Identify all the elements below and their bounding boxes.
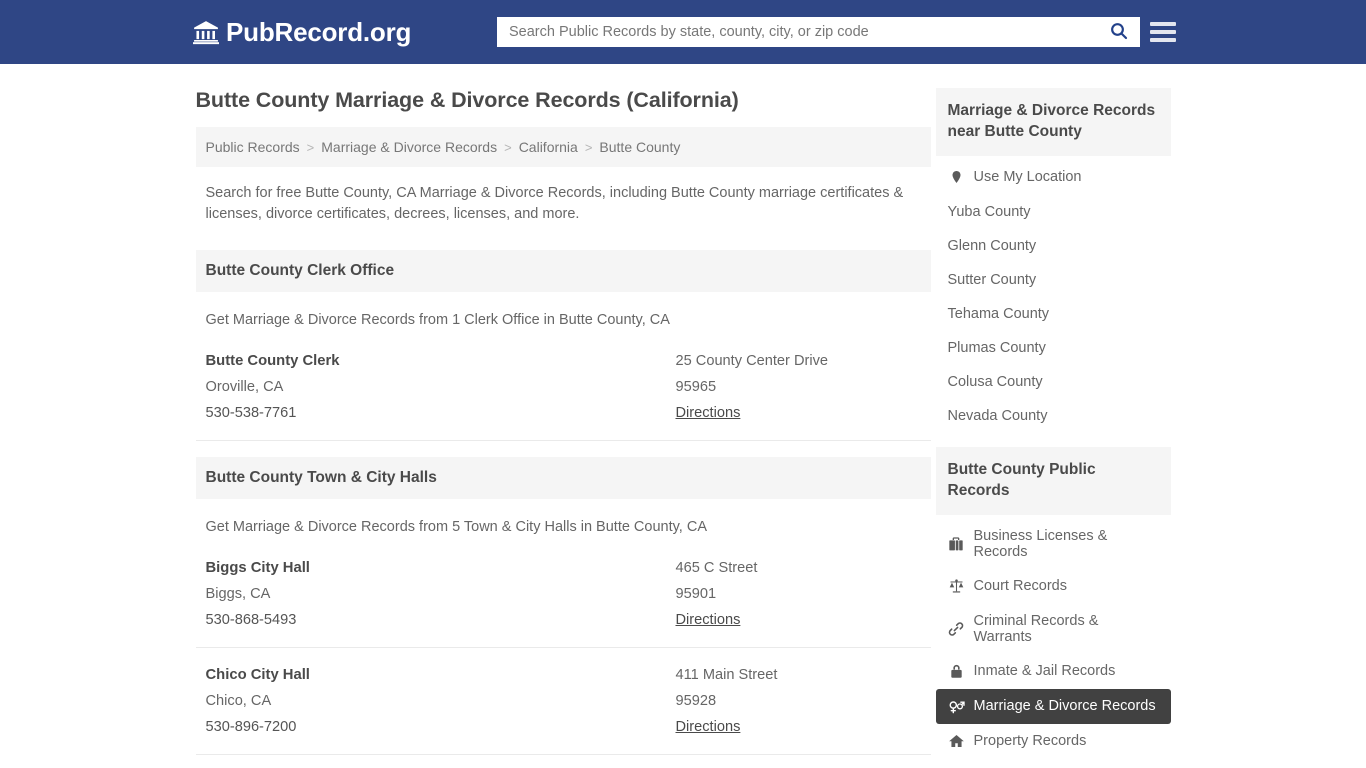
sidebar-record-item[interactable]: Marriage & Divorce Records xyxy=(935,688,1171,724)
record-city-state: Biggs, CA xyxy=(205,586,271,603)
site-logo[interactable]: PubRecord.org xyxy=(193,17,411,48)
record-left-column: Butte County Clerk Oroville, CA 530-538-77… xyxy=(206,348,676,426)
breadcrumb-item-2[interactable]: Marriage & Divorce Records xyxy=(321,139,497,155)
sidebar-nearby-item[interactable]: Sutter County xyxy=(936,263,1171,297)
section-heading: Butte County Clerk Office xyxy=(195,250,931,293)
sidebar-nearby-item-label: Plumas County xyxy=(947,339,1046,356)
record-row: Gridley City HallGridley, CA530-846-5695… xyxy=(196,755,931,768)
search-bar[interactable] xyxy=(497,17,1140,47)
record-right-column: 25 County Center Drive 95965 Directions xyxy=(676,348,921,426)
sidebar-record-item[interactable]: Property Records xyxy=(936,724,1171,759)
main-column: Butte County Marriage & Divorce Records … xyxy=(195,64,931,768)
record-phone[interactable]: 530-538-7761 xyxy=(206,400,676,426)
record-left-column: Chico City Hall Chico, CA 530-896-7200 xyxy=(206,662,676,740)
sidebar-nearby-item[interactable]: Nevada County xyxy=(936,399,1171,433)
sidebar-public-records-list: Business Licenses & Records Court Records… xyxy=(935,515,1171,759)
content-container: Butte County Marriage & Divorce Records … xyxy=(195,64,1171,768)
directions-link[interactable]: Directions xyxy=(676,607,741,633)
site-header: PubRecord.org xyxy=(0,0,1366,64)
section-subheading: Get Marriage & Divorce Records from 5 To… xyxy=(205,519,708,536)
sidebar-nearby-item[interactable]: Glenn County xyxy=(936,229,1171,263)
page-intro-text: Search for free Butte County, CA Marriag… xyxy=(205,185,904,222)
sidebar-record-item[interactable]: Inmate & Jail Records xyxy=(936,654,1171,689)
section-subheading: Get Marriage & Divorce Records from 1 Cl… xyxy=(205,312,670,329)
record-right-column: 411 Main Street 95928 Directions xyxy=(676,662,921,740)
bank-building-icon xyxy=(193,19,219,45)
sidebar-nearby-item-label: Tehama County xyxy=(947,305,1050,322)
record-zip: 95928 xyxy=(675,693,717,710)
search-icon xyxy=(1109,21,1129,44)
sidebar-nearby-item[interactable]: Yuba County xyxy=(936,195,1171,229)
sidebar-nearby-item[interactable]: Colusa County xyxy=(936,365,1171,399)
breadcrumb-item-4[interactable]: Butte County xyxy=(599,139,680,155)
sidebar-record-item[interactable]: Business Licenses & Records xyxy=(936,519,1171,569)
directions-link[interactable]: Directions xyxy=(676,400,741,426)
record-phone[interactable]: 530-896-7200 xyxy=(206,714,676,740)
sidebar-nearby-item[interactable]: Tehama County xyxy=(936,297,1171,331)
sidebar-nearby-item-label: Glenn County xyxy=(947,237,1037,254)
record-row: Chico City Hall Chico, CA 530-896-7200 411 … xyxy=(195,648,931,756)
scales-of-justice-icon xyxy=(948,578,965,595)
record-right-column: 465 C Street 95901 Directions xyxy=(676,555,921,633)
record-phone[interactable]: 530-868-5493 xyxy=(206,607,676,633)
record-address: 25 County Center Drive xyxy=(675,353,829,370)
record-zip: 95965 xyxy=(675,379,717,396)
record-name[interactable]: Butte County Clerk xyxy=(206,348,676,374)
hamburger-bar xyxy=(1150,30,1176,34)
sidebar-record-item-label: Business Licenses & Records xyxy=(973,527,1108,560)
record-city-state: Oroville, CA xyxy=(205,379,284,396)
sidebar-nearby-item[interactable]: Plumas County xyxy=(936,331,1171,365)
page-body: Butte County Marriage & Divorce Records … xyxy=(0,64,1366,768)
record-row: Butte County Clerk Oroville, CA 530-538-77… xyxy=(195,334,931,442)
section-heading: Butte County Town & City Halls xyxy=(195,457,931,500)
sidebar-record-item-label: Marriage & Divorce Records xyxy=(973,698,1156,715)
breadcrumb-separator: > xyxy=(504,139,512,155)
breadcrumb-separator: > xyxy=(306,139,315,155)
breadcrumb-item-1[interactable]: Public Records xyxy=(206,139,300,155)
breadcrumb-separator: > xyxy=(584,139,593,155)
house-icon xyxy=(948,733,965,750)
record-left-column: Biggs City Hall Biggs, CA 530-868-5493 xyxy=(206,555,676,633)
map-pin-icon xyxy=(948,169,965,186)
sidebar-public-records-heading: Butte County Public Records xyxy=(935,446,1171,515)
site-logo-text: PubRecord.org xyxy=(226,16,412,47)
search-input[interactable] xyxy=(497,17,1098,47)
sidebar-record-item[interactable]: Court Records xyxy=(936,569,1171,604)
venus-mars-icon xyxy=(948,698,965,715)
page-title: Butte County Marriage & Divorce Records … xyxy=(195,88,739,112)
sidebar-nearby-item-label: Use My Location xyxy=(973,169,1082,186)
briefcase-icon xyxy=(948,535,965,552)
record-row: Biggs City Hall Biggs, CA 530-868-5493 465 … xyxy=(195,541,931,649)
chain-link-icon xyxy=(948,620,965,637)
hamburger-menu-icon[interactable] xyxy=(1150,20,1176,44)
sidebar-record-item-label: Criminal Records & Warrants xyxy=(973,612,1099,645)
sidebar-nearby-heading: Marriage & Divorce Records near Butte Co… xyxy=(935,88,1171,156)
sidebar-record-item-label: Property Records xyxy=(973,733,1087,750)
record-address: 465 C Street xyxy=(675,560,758,577)
sidebar-nearby-list: Use My Location Yuba County Glenn County Su… xyxy=(936,156,1171,433)
records-sections: Butte County Clerk Office Get Marriage & … xyxy=(195,250,931,768)
sidebar-nearby-item[interactable]: Use My Location xyxy=(936,160,1171,195)
record-address: 411 Main Street xyxy=(675,667,778,684)
sidebar-nearby-item-label: Yuba County xyxy=(947,203,1031,220)
breadcrumb-item-3[interactable]: California xyxy=(519,139,578,155)
sidebar-nearby-item-label: Colusa County xyxy=(947,373,1043,390)
sidebar-record-item[interactable]: Criminal Records & Warrants xyxy=(936,604,1171,654)
sidebar: Marriage & Divorce Records near Butte Co… xyxy=(931,64,1171,768)
hamburger-bar xyxy=(1150,22,1176,26)
sidebar-record-item-label: Inmate & Jail Records xyxy=(973,663,1116,680)
record-zip: 95901 xyxy=(675,586,717,603)
sidebar-nearby-item-label: Nevada County xyxy=(947,407,1048,424)
padlock-icon xyxy=(948,663,965,680)
search-button[interactable] xyxy=(1098,17,1140,47)
record-name[interactable]: Chico City Hall xyxy=(206,662,676,688)
breadcrumb: Public Records > Marriage & Divorce Record… xyxy=(195,127,931,167)
sidebar-record-item-label: Court Records xyxy=(973,578,1067,595)
record-name[interactable]: Biggs City Hall xyxy=(206,555,676,581)
record-city-state: Chico, CA xyxy=(205,693,272,710)
hamburger-bar xyxy=(1150,38,1176,42)
directions-link[interactable]: Directions xyxy=(676,714,741,740)
sidebar-nearby-item-label: Sutter County xyxy=(947,271,1037,288)
